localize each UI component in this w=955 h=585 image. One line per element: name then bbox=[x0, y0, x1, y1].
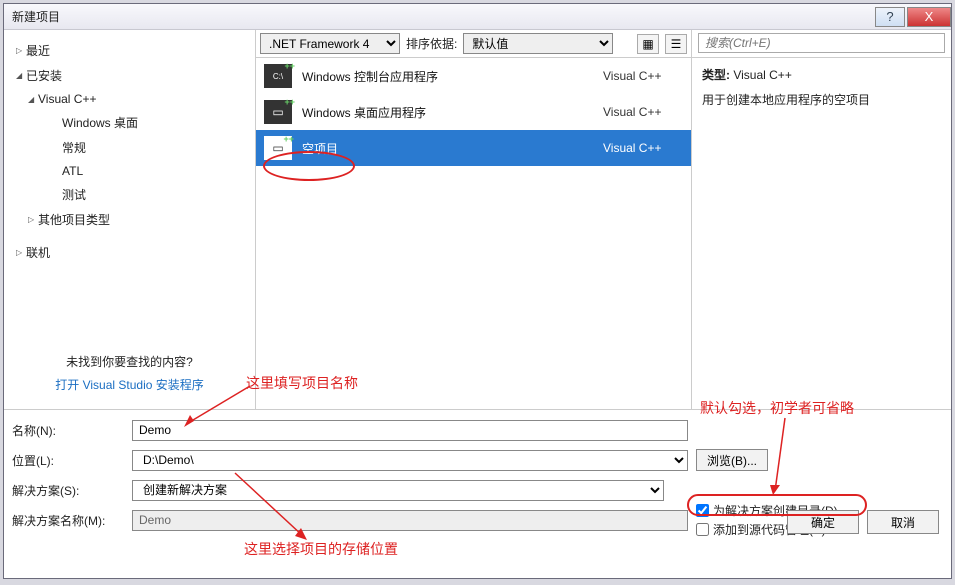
template-empty-project[interactable]: ▭++ 空项目 Visual C++ bbox=[256, 130, 691, 166]
template-desktop-app[interactable]: ▭++ Windows 桌面应用程序 Visual C++ bbox=[256, 94, 691, 130]
help-button[interactable]: ? bbox=[875, 7, 905, 27]
titlebar: 新建项目 ? X bbox=[4, 4, 951, 30]
sort-label: 排序依据: bbox=[406, 35, 457, 52]
template-console-app[interactable]: C:\++ Windows 控制台应用程序 Visual C++ bbox=[256, 58, 691, 94]
tree-other-types[interactable]: ▷其他项目类型 bbox=[10, 207, 255, 232]
empty-project-icon: ▭++ bbox=[264, 136, 292, 160]
ok-button[interactable]: 确定 bbox=[787, 510, 859, 534]
view-list-icon[interactable]: ☰ bbox=[665, 34, 687, 54]
template-description: 用于创建本地应用程序的空项目 bbox=[702, 91, 941, 108]
template-toolbar: .NET Framework 4 排序依据: 默认值 ▦ ☰ bbox=[256, 30, 691, 58]
tree-recent[interactable]: ▷最近 bbox=[10, 38, 255, 63]
tree-general[interactable]: 常规 bbox=[10, 135, 255, 160]
tree-visual-cpp[interactable]: ◢Visual C++ bbox=[10, 88, 255, 110]
detail-pane: 类型: Visual C++ 用于创建本地应用程序的空项目 bbox=[691, 30, 951, 409]
console-icon: C:\++ bbox=[264, 64, 292, 88]
solution-label: 解决方案(S): bbox=[12, 482, 132, 499]
tree-windows-desktop[interactable]: Windows 桌面 bbox=[10, 110, 255, 135]
tree-online[interactable]: ▷联机 bbox=[10, 240, 255, 265]
name-input[interactable] bbox=[132, 420, 688, 441]
close-button[interactable]: X bbox=[907, 7, 951, 27]
search-input[interactable] bbox=[698, 33, 945, 53]
desktop-icon: ▭++ bbox=[264, 100, 292, 124]
type-line: 类型: Visual C++ bbox=[702, 66, 941, 83]
dialog-window: 新建项目 ? X ▷最近 ◢已安装 ◢Visual C++ Windows 桌面… bbox=[3, 3, 952, 579]
window-title: 新建项目 bbox=[12, 8, 873, 25]
template-pane: .NET Framework 4 排序依据: 默认值 ▦ ☰ C:\++ Win… bbox=[256, 30, 691, 409]
location-label: 位置(L): bbox=[12, 452, 132, 469]
cancel-button[interactable]: 取消 bbox=[867, 510, 939, 534]
location-input[interactable]: D:\Demo\ bbox=[132, 450, 688, 471]
solution-name-label: 解决方案名称(M): bbox=[12, 512, 132, 529]
not-found-text: 未找到你要查找的内容? bbox=[16, 353, 243, 370]
category-tree-pane: ▷最近 ◢已安装 ◢Visual C++ Windows 桌面 常规 ATL 测… bbox=[4, 30, 256, 409]
name-label: 名称(N): bbox=[12, 422, 132, 439]
tree-atl[interactable]: ATL bbox=[10, 160, 255, 182]
tree-test[interactable]: 测试 bbox=[10, 182, 255, 207]
template-list: C:\++ Windows 控制台应用程序 Visual C++ ▭++ Win… bbox=[256, 58, 691, 409]
solution-dropdown[interactable]: 创建新解决方案 bbox=[132, 480, 664, 501]
tree-installed[interactable]: ◢已安装 bbox=[10, 63, 255, 88]
browse-button[interactable]: 浏览(B)... bbox=[696, 449, 768, 471]
form-area: 名称(N): 位置(L): D:\Demo\ 浏览(B)... 解决方案(S):… bbox=[4, 410, 951, 542]
sort-dropdown[interactable]: 默认值 bbox=[463, 33, 613, 54]
open-installer-link[interactable]: 打开 Visual Studio 安装程序 bbox=[16, 376, 243, 393]
view-grid-icon[interactable]: ▦ bbox=[637, 34, 659, 54]
framework-dropdown[interactable]: .NET Framework 4 bbox=[260, 33, 400, 54]
solution-name-input bbox=[132, 510, 688, 531]
